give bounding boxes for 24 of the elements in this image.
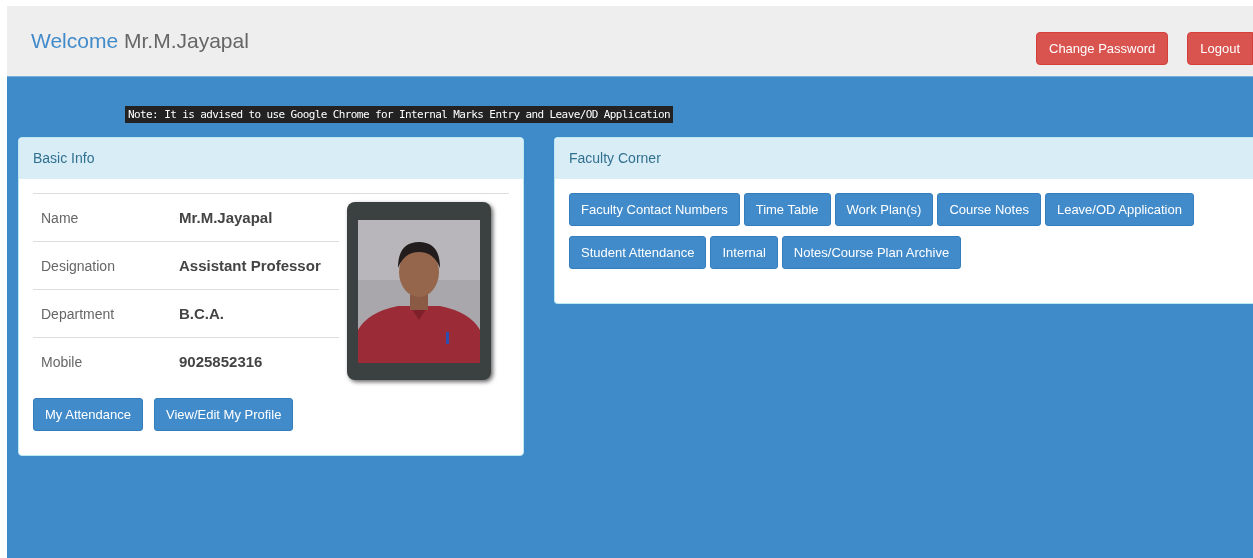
logout-button[interactable]: Logout: [1187, 32, 1253, 65]
note-banner: Note: It is advised to use Google Chrome for Internal Marks Entry and Leave/OD Application: [125, 106, 674, 123]
my-attendance-button[interactable]: My Attendance: [33, 398, 143, 431]
edit-profile-button[interactable]: View/Edit My Profile: [154, 398, 294, 431]
field-label: Designation: [33, 241, 171, 290]
faculty-link-button[interactable]: Notes/Course Plan Archive: [781, 236, 962, 269]
welcome-title: Welcome Mr.M.Jayapal: [31, 29, 249, 53]
field-label: Name: [33, 194, 171, 242]
faculty-link-button[interactable]: Faculty Contact Numbers: [569, 193, 740, 226]
field-value: Assistant Professor: [171, 241, 339, 290]
panel-heading: Basic Info: [19, 138, 523, 179]
field-label: Mobile: [33, 337, 171, 385]
faculty-link-button[interactable]: Student Attendance: [569, 236, 707, 269]
faculty-link-button[interactable]: Work Plan(s): [834, 193, 934, 226]
faculty-link-button[interactable]: Internal: [710, 236, 778, 269]
field-value: 9025852316: [171, 337, 339, 385]
faculty-link-button[interactable]: Course Notes: [937, 193, 1041, 226]
field-value: B.C.A.: [171, 289, 339, 338]
panel-heading: Faculty Corner: [555, 138, 1253, 179]
faculty-link-button[interactable]: Time Table: [743, 193, 831, 226]
faculty-link-button[interactable]: Leave/OD Application: [1044, 193, 1194, 226]
field-value: Mr.M.Jayapal: [171, 194, 339, 242]
field-label: Department: [33, 289, 171, 338]
change-password-button[interactable]: Change Password: [1036, 32, 1169, 65]
